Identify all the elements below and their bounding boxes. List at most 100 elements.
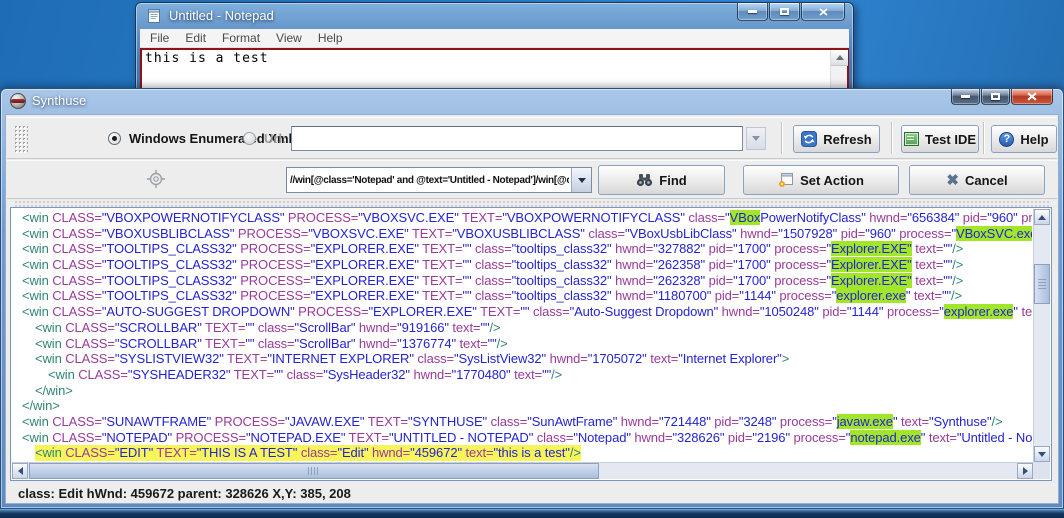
windows-enumerated-xml-radio[interactable] [108, 132, 121, 145]
right-arrow-icon [1023, 467, 1028, 475]
help-button-label: Help [1020, 132, 1048, 147]
notepad-close-button[interactable] [801, 3, 845, 21]
menu-item[interactable]: View [268, 29, 310, 48]
status-bar: class: Edit hWnd: 459672 parent: 328626 … [18, 486, 351, 501]
taskbar[interactable] [0, 509, 1064, 518]
xml-line[interactable]: <win CLASS="TOOLTIPS_CLASS32" PROCESS="E… [12, 273, 1032, 289]
menu-item[interactable]: Help [310, 29, 351, 48]
notepad-maximize-button[interactable] [769, 3, 800, 21]
synthuse-minimize-button[interactable] [951, 89, 980, 105]
binoculars-icon [636, 173, 653, 187]
notepad-text: this is a test [145, 51, 269, 66]
minimize-icon [961, 95, 970, 98]
close-icon [819, 8, 828, 16]
xml-line[interactable]: <win CLASS="SYSHEADER32" TEXT="" class="… [12, 367, 1032, 383]
scroll-right-button[interactable] [1017, 463, 1033, 479]
synthuse-titlebar[interactable]: Synthuse [1, 89, 1063, 114]
xml-line[interactable]: <win CLASS="SCROLLBAR" TEXT="" class="Sc… [12, 320, 1032, 336]
notepad-minimize-button[interactable] [737, 3, 768, 21]
url-input[interactable] [291, 126, 743, 151]
scroll-down-button[interactable] [1034, 446, 1050, 462]
synthuse-window-controls [950, 89, 1053, 105]
cancel-button[interactable]: ✖ Cancel [909, 165, 1045, 195]
main-toolbar: Windows Enumerated Xml Url: Refr [7, 117, 1057, 159]
synthuse-maximize-button[interactable] [981, 89, 1010, 105]
scroll-left-button[interactable] [12, 463, 28, 479]
xml-line[interactable]: <win CLASS="SUNAWTFRAME" PROCESS="JAVAW.… [12, 414, 1032, 430]
set-action-button[interactable]: Set Action [743, 165, 899, 195]
toolbar-separator [891, 122, 893, 154]
xml-line[interactable]: <win CLASS="AUTO-SUGGEST DROPDOWN" PROCE… [12, 304, 1032, 320]
menu-item[interactable]: Edit [177, 29, 214, 48]
xpath-dropdown-button[interactable] [571, 168, 591, 192]
element-picker-crosshair-icon[interactable] [147, 170, 165, 193]
cancel-button-label: Cancel [965, 173, 1008, 188]
notepad-window-controls [736, 3, 845, 21]
find-button-label: Find [659, 173, 686, 188]
menu-item[interactable]: File [142, 29, 177, 48]
xml-line[interactable]: <win CLASS="EDIT" TEXT="THIS IS A TEST" … [12, 445, 1032, 461]
notepad-titlebar[interactable]: Untitled - Notepad [136, 3, 853, 29]
toolbar-dock-texture [14, 200, 1050, 207]
chevron-down-icon [752, 136, 760, 141]
url-radio[interactable] [243, 132, 256, 145]
scroll-up-button[interactable] [1034, 209, 1050, 225]
xml-line[interactable]: </win> [12, 398, 1032, 414]
notepad-menubar: FileEditFormatViewHelp [140, 29, 849, 48]
xml-line[interactable]: <win CLASS="SCROLLBAR" TEXT="" class="Sc… [12, 336, 1032, 352]
xml-line[interactable]: <win CLASS="VBOXUSBLIBCLASS" PROCESS="VB… [12, 226, 1032, 242]
xml-line[interactable]: <win CLASS="SYSLISTVIEW32" TEXT="INTERNE… [12, 351, 1032, 367]
cancel-x-icon: ✖ [946, 173, 959, 188]
refresh-button-label: Refresh [823, 132, 871, 147]
refresh-icon [801, 131, 817, 147]
url-radio-label[interactable]: Url: [264, 131, 286, 146]
horizontal-scrollbar-thumb[interactable] [29, 463, 599, 479]
set-action-icon [778, 172, 794, 188]
synthuse-content: Windows Enumerated Xml Url: Refr [5, 114, 1059, 504]
test-ide-button[interactable]: Test IDE [901, 125, 979, 153]
xpath-toolbar: Find Set Action ✖ Cancel [7, 160, 1057, 199]
horizontal-scrollbar[interactable] [12, 462, 1033, 479]
refresh-button[interactable]: Refresh [793, 125, 880, 153]
xml-line[interactable]: <win CLASS="VBOXPOWERNOTIFYCLASS" PROCES… [12, 210, 1032, 226]
synthuse-app-icon [10, 93, 26, 109]
find-button[interactable]: Find [598, 165, 725, 195]
close-icon [1027, 92, 1037, 101]
set-action-button-label: Set Action [800, 173, 864, 188]
synthuse-close-button[interactable] [1011, 89, 1053, 105]
toolbar-separator [983, 122, 985, 154]
vertical-scrollbar-thumb[interactable] [1034, 264, 1050, 304]
url-dropdown-button[interactable] [746, 127, 766, 150]
help-icon: ? [999, 132, 1014, 147]
xml-line[interactable]: <win CLASS="TOOLTIPS_CLASS32" PROCESS="E… [12, 288, 1032, 304]
up-arrow-icon [1038, 215, 1046, 220]
xml-scroll-pane: <win CLASS="VBOXPOWERNOTIFYCLASS" PROCES… [10, 207, 1052, 481]
xml-line[interactable]: <win CLASS="TOOLTIPS_CLASS32" PROCESS="E… [12, 257, 1032, 273]
notepad-window-title: Untitled - Notepad [169, 3, 274, 29]
test-ide-icon [904, 132, 919, 146]
synthuse-window-title: Synthuse [32, 89, 86, 113]
maximize-icon [991, 93, 1000, 100]
desktop: Untitled - Notepad FileEditFormatViewHel… [0, 0, 1064, 518]
vertical-scrollbar[interactable] [1033, 209, 1050, 462]
help-button[interactable]: ? Help [991, 125, 1057, 153]
menu-item[interactable]: Format [214, 29, 268, 48]
up-arrow-icon [836, 55, 844, 60]
xml-line[interactable]: <win CLASS="NOTEPAD" PROCESS="NOTEPAD.EX… [12, 430, 1032, 446]
xml-lines[interactable]: <win CLASS="VBOXPOWERNOTIFYCLASS" PROCES… [12, 210, 1032, 461]
notepad-icon [146, 8, 162, 29]
left-arrow-icon [18, 467, 23, 475]
maximize-icon [780, 8, 789, 15]
xml-line[interactable]: </win> [12, 383, 1032, 399]
synthuse-window: Synthuse Windows Enumerated Xml Url: [0, 88, 1064, 509]
test-ide-button-label: Test IDE [925, 132, 976, 147]
toolbar-separator [781, 122, 783, 154]
notepad-window: Untitled - Notepad FileEditFormatViewHel… [135, 2, 854, 102]
toolbar-grip-handle[interactable] [14, 125, 28, 153]
scroll-up-button[interactable] [831, 50, 848, 66]
down-arrow-icon [1038, 452, 1046, 457]
chevron-down-icon [578, 178, 586, 183]
xml-line[interactable]: <win CLASS="TOOLTIPS_CLASS32" PROCESS="E… [12, 241, 1032, 257]
xpath-input[interactable] [290, 168, 569, 192]
xpath-combobox [286, 167, 592, 193]
